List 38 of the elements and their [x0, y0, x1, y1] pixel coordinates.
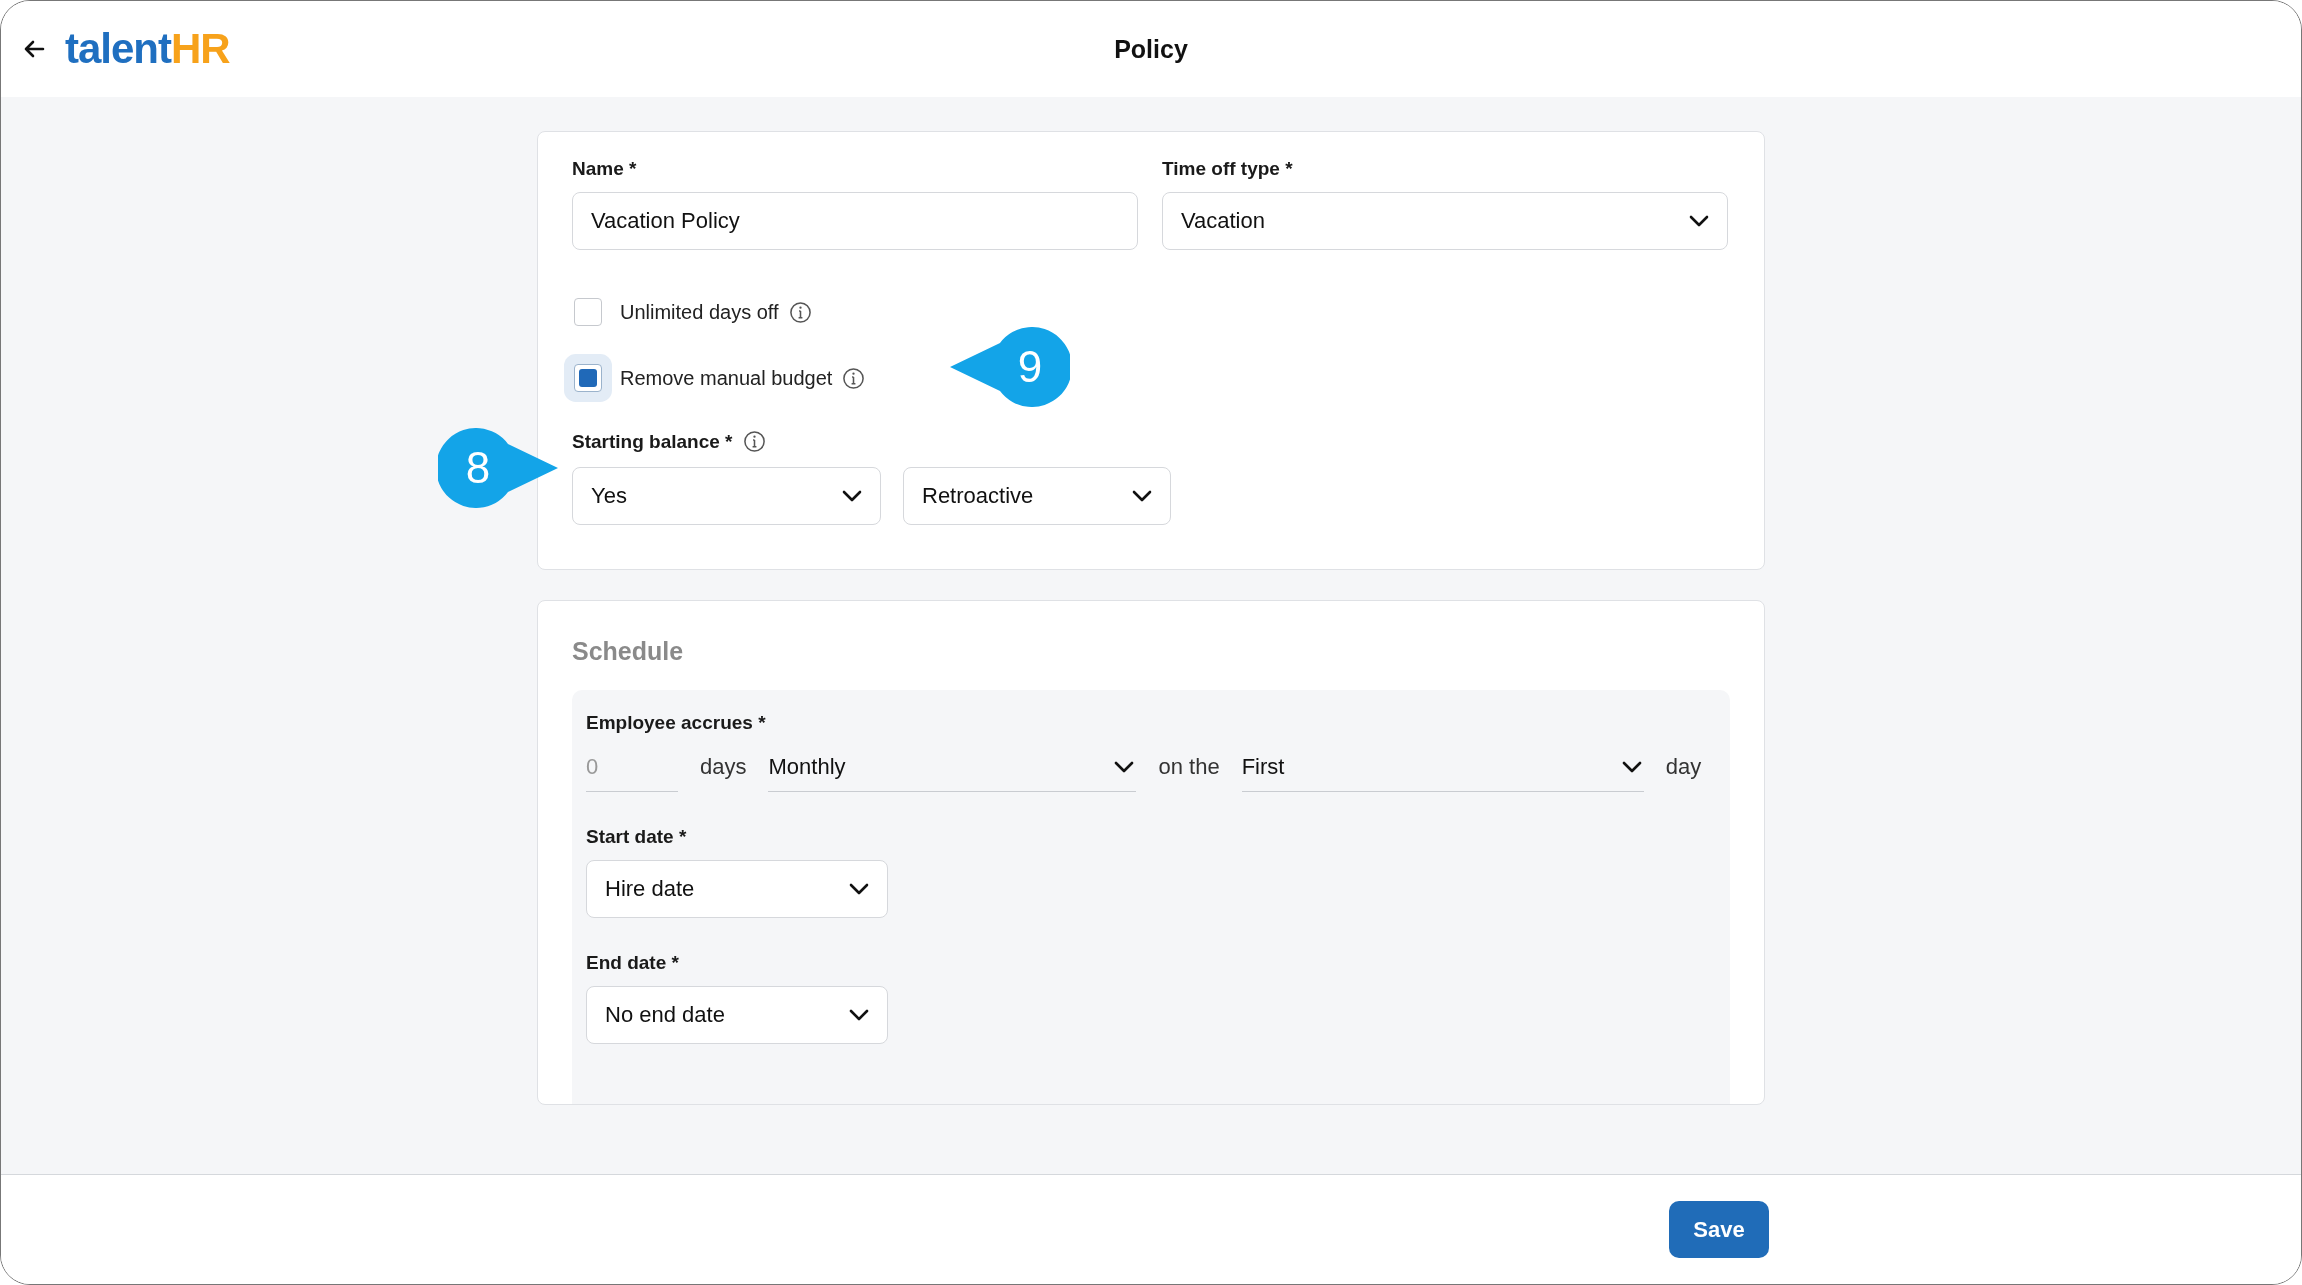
date-select[interactable]: Hire date — [586, 860, 888, 918]
checkbox[interactable] — [574, 298, 602, 326]
field-label: Start date * — [586, 826, 688, 848]
checkbox-label: Remove manual budget — [620, 366, 833, 390]
field-label: End date * — [586, 952, 680, 974]
field-label: Name * — [572, 158, 638, 180]
name-input[interactable]: Vacation Policy — [572, 192, 1138, 250]
chevron-down-icon — [1621, 760, 1642, 773]
info-icon[interactable] — [788, 300, 812, 324]
save-button[interactable]: Save — [1669, 1201, 1769, 1258]
chevron-down-icon — [849, 1009, 869, 1021]
field-label: Employee accrues * — [586, 712, 767, 734]
day-select[interactable]: First — [1241, 742, 1644, 792]
frequency-select[interactable]: Monthly — [768, 742, 1137, 792]
suffix-text: day — [1665, 754, 1702, 780]
starting-balance-select[interactable]: Yes — [572, 467, 881, 525]
step-callout: 9 — [950, 326, 1070, 407]
chevron-down-icon — [1689, 215, 1709, 227]
field-label: Time off type * — [1162, 158, 1294, 180]
page-title: Policy — [1114, 34, 1188, 64]
back-arrow-icon[interactable] — [23, 40, 45, 58]
chevron-down-icon — [842, 490, 862, 502]
chevron-down-icon — [1132, 490, 1152, 502]
checkbox-label: Unlimited days off — [620, 300, 779, 324]
unit-text: days — [700, 754, 747, 780]
info-icon[interactable] — [842, 366, 866, 390]
date-select[interactable]: No end date — [586, 986, 888, 1044]
amount-input[interactable]: 0 — [586, 742, 678, 792]
section-heading: Schedule — [572, 637, 685, 666]
field-label: Starting balance * — [572, 430, 733, 453]
logo[interactable]: talentHR — [65, 25, 230, 73]
starting-balance-select[interactable]: Retroactive — [903, 467, 1171, 525]
step-callout: 8 — [438, 428, 558, 508]
connector-text: on the — [1158, 754, 1220, 780]
time-off-type-select[interactable]: Vacation — [1162, 192, 1728, 250]
chevron-down-icon — [849, 883, 869, 895]
info-icon[interactable] — [742, 430, 766, 453]
chevron-down-icon — [1114, 760, 1135, 773]
